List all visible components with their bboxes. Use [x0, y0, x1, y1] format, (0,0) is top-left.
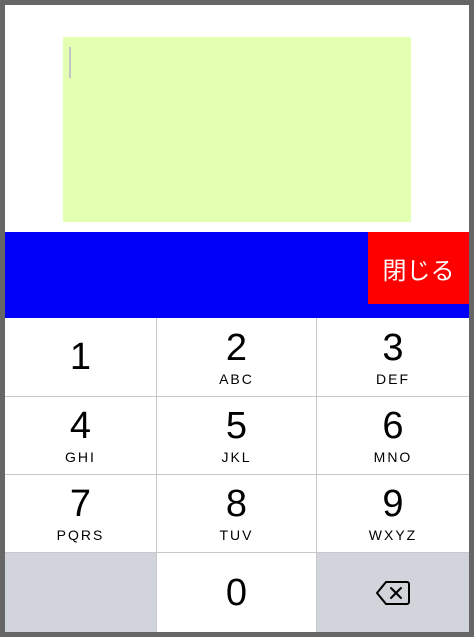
- key-letters: GHI: [65, 449, 96, 465]
- app-frame: 閉じる 1 2 ABC 3 DEF 4 GHI 5 JKL 6 MNO 7 PQ…: [0, 0, 474, 637]
- key-digit: 9: [382, 483, 404, 525]
- key-6[interactable]: 6 MNO: [317, 397, 469, 475]
- close-button[interactable]: 閉じる: [368, 232, 469, 304]
- key-7[interactable]: 7 PQRS: [5, 475, 157, 553]
- key-digit: 8: [225, 483, 248, 525]
- key-9[interactable]: 9 WXYZ: [317, 475, 469, 553]
- key-3[interactable]: 3 DEF: [317, 318, 469, 397]
- key-4[interactable]: 4 GHI: [5, 397, 157, 475]
- key-letters: DEF: [376, 370, 410, 387]
- key-8[interactable]: 8 TUV: [157, 475, 317, 553]
- key-letters: PQRS: [56, 527, 105, 543]
- key-digit: 5: [225, 405, 248, 447]
- text-cursor: [69, 47, 71, 78]
- key-digit: 0: [225, 571, 248, 614]
- backspace-icon: [375, 580, 411, 606]
- text-input-area[interactable]: [63, 37, 411, 222]
- key-letters: TUV: [219, 527, 254, 543]
- key-letters: ABC: [219, 370, 254, 387]
- backspace-key[interactable]: [317, 553, 469, 632]
- key-digit: 1: [69, 336, 92, 378]
- key-digit: 4: [69, 405, 92, 447]
- key-digit: 7: [69, 483, 92, 525]
- key-letters: MNO: [373, 449, 413, 465]
- key-letters: WXYZ: [368, 527, 418, 543]
- number-keypad: 1 2 ABC 3 DEF 4 GHI 5 JKL 6 MNO 7 PQRS 8…: [5, 318, 469, 632]
- key-letters: JKL: [221, 449, 252, 465]
- key-0[interactable]: 0: [157, 553, 317, 632]
- key-digit: 3: [382, 326, 404, 369]
- keyboard-accessory-toolbar: 閉じる: [5, 232, 469, 318]
- empty-key: [5, 553, 157, 632]
- key-1[interactable]: 1: [5, 318, 157, 397]
- key-2[interactable]: 2 ABC: [157, 318, 317, 397]
- key-digit: 2: [225, 326, 248, 369]
- key-digit: 6: [382, 405, 404, 447]
- key-5[interactable]: 5 JKL: [157, 397, 317, 475]
